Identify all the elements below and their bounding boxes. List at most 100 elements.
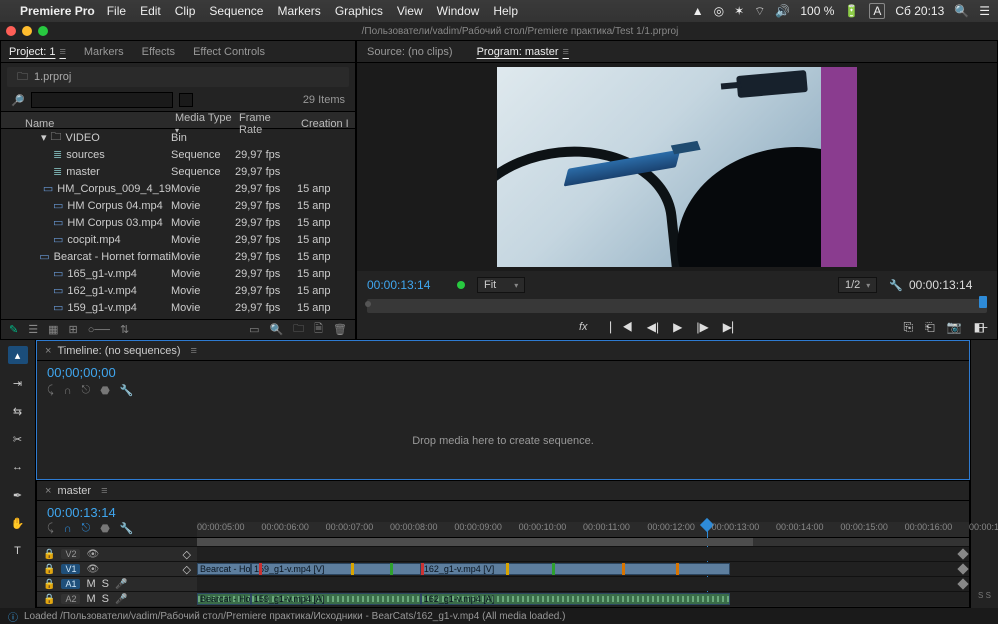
hand-tool[interactable]: ✋ bbox=[8, 514, 28, 532]
razor-tool[interactable]: ✂ bbox=[8, 430, 28, 448]
clip-v1-c[interactable]: 162_g1-v.mp4 [V] bbox=[421, 563, 730, 575]
timeline-tab-label[interactable]: Timeline: (no sequences) bbox=[57, 345, 180, 357]
timeline-master-tab-label[interactable]: master bbox=[57, 485, 91, 497]
window-maximize-button[interactable] bbox=[38, 26, 48, 36]
track-a2-lane[interactable]: Bearcat - Hornet 159_g1-v.mp4 [A] 162_g1… bbox=[197, 592, 969, 606]
step-back-icon[interactable]: ◀| bbox=[647, 320, 659, 334]
spotlight-icon[interactable]: 🔍 bbox=[954, 4, 969, 18]
project-row[interactable]: ▭162_g1-v.mp4Movie29,97 fps15 апр bbox=[1, 282, 355, 299]
clip-a2-a[interactable]: Bearcat - Hornet bbox=[197, 593, 251, 605]
program-viewport[interactable] bbox=[357, 63, 997, 271]
menu-clip[interactable]: Clip bbox=[175, 4, 196, 18]
freeform-view-icon[interactable]: ⊞ bbox=[69, 323, 78, 336]
new-bin-icon[interactable]: 🗀 bbox=[293, 320, 304, 339]
program-scrub-bar[interactable] bbox=[367, 299, 987, 313]
linked-on-icon[interactable]: ⎋ bbox=[82, 522, 91, 535]
out-marker[interactable] bbox=[957, 563, 968, 574]
project-breadcrumb[interactable]: 🗀 1.prproj bbox=[7, 67, 349, 87]
window-close-button[interactable] bbox=[6, 26, 16, 36]
project-row[interactable]: ≣masterSequence29,97 fps bbox=[1, 163, 355, 180]
insert-mode-icon[interactable]: ⤹ bbox=[47, 384, 54, 397]
project-row[interactable]: ≣sourcesSequence29,97 fps bbox=[1, 146, 355, 163]
clock[interactable]: Сб 20:13 bbox=[895, 4, 944, 18]
mark-out-icon[interactable]: ▶⎸ bbox=[723, 320, 744, 335]
snap-icon[interactable]: ∩ bbox=[64, 385, 72, 397]
input-source[interactable]: A bbox=[869, 3, 885, 19]
lock-icon[interactable]: 🔒 bbox=[43, 564, 55, 575]
window-minimize-button[interactable] bbox=[22, 26, 32, 36]
track-v2-badge[interactable]: V2 bbox=[61, 549, 80, 559]
menu-edit[interactable]: Edit bbox=[140, 4, 161, 18]
keyframe-toggle[interactable]: ◇ bbox=[183, 563, 191, 576]
resolution-select[interactable]: 1/2 bbox=[838, 277, 877, 293]
marker-add-icon[interactable]: ⬣ bbox=[100, 522, 110, 535]
timeline-menu-icon[interactable] bbox=[187, 345, 197, 357]
tab-project[interactable]: Project: 1 bbox=[9, 46, 66, 58]
find-icon[interactable]: 🔍 bbox=[269, 323, 283, 336]
sort-icon[interactable]: ⇅ bbox=[120, 323, 129, 336]
program-playhead[interactable] bbox=[979, 296, 987, 308]
pen-tool[interactable]: ✒ bbox=[8, 486, 28, 504]
track-v1-badge[interactable]: V1 bbox=[61, 564, 80, 574]
menu-view[interactable]: View bbox=[397, 4, 423, 18]
program-menu-icon[interactable] bbox=[559, 46, 569, 58]
project-rows[interactable]: ▾🗀VIDEOBin≣sourcesSequence29,97 fps≣mast… bbox=[1, 129, 355, 319]
fit-select[interactable]: Fit bbox=[477, 277, 525, 293]
mute-button[interactable]: M bbox=[86, 578, 95, 590]
list-view-icon[interactable]: ☰ bbox=[28, 323, 38, 336]
work-area-bar[interactable] bbox=[197, 538, 969, 546]
toggle-output-icon[interactable]: 👁 bbox=[86, 549, 99, 560]
menu-markers[interactable]: Markers bbox=[277, 4, 320, 18]
menu-extras-icon[interactable]: ☰ bbox=[979, 4, 990, 18]
timeline-drop-hint[interactable]: Drop media here to create sequence. bbox=[37, 403, 969, 479]
tab-effects[interactable]: Effects bbox=[142, 46, 175, 58]
project-row[interactable]: ▭HM Corpus 04.mp4Movie29,97 fps15 апр bbox=[1, 197, 355, 214]
status-fan-icon[interactable]: ✶ bbox=[734, 4, 744, 18]
track-v1-lane[interactable]: Bearcat - Hornet 159_g1-v.mp4 [V] 162_g1… bbox=[197, 562, 969, 576]
settings-icon[interactable]: 🔧 bbox=[889, 279, 903, 292]
snap-on-icon[interactable]: ∩ bbox=[64, 523, 72, 535]
menu-graphics[interactable]: Graphics bbox=[335, 4, 383, 18]
project-row[interactable]: ▭165_g1-v.mp4Movie29,97 fps15 апр bbox=[1, 265, 355, 282]
mark-in-icon[interactable]: ⎸◀ bbox=[610, 320, 633, 335]
disclosure-icon[interactable]: ▾ bbox=[41, 131, 47, 144]
timeline-empty-timecode[interactable]: 00;00;00;00 bbox=[37, 361, 969, 382]
lock-icon[interactable]: 🔒 bbox=[43, 594, 55, 605]
mute-button[interactable]: M bbox=[86, 593, 95, 605]
status-wifi-icon[interactable]: ⌔ bbox=[754, 4, 765, 19]
search-filter-toggle[interactable] bbox=[179, 93, 193, 107]
slip-tool[interactable]: ↔ bbox=[8, 458, 28, 476]
tab-program[interactable]: Program: master bbox=[477, 46, 569, 58]
write-enable-icon[interactable]: ✎ bbox=[9, 323, 18, 336]
program-timecode-in[interactable]: 00:00:13:14 bbox=[367, 278, 445, 292]
step-fwd-icon[interactable]: |▶ bbox=[696, 320, 708, 334]
track-a1-lane[interactable] bbox=[197, 577, 969, 591]
status-cc-icon[interactable]: ◎ bbox=[714, 4, 724, 18]
delete-icon[interactable]: 🗑 bbox=[333, 323, 347, 336]
zoom-slider[interactable]: ○── bbox=[88, 324, 110, 336]
toggle-output-icon[interactable]: 👁 bbox=[86, 564, 99, 575]
lift-icon[interactable]: ⎘ bbox=[903, 320, 913, 335]
lock-icon[interactable]: 🔒 bbox=[43, 549, 55, 560]
lock-icon[interactable]: 🔒 bbox=[43, 579, 55, 590]
track-v2-lane[interactable] bbox=[197, 547, 969, 561]
fx-toggle-icon[interactable]: fx bbox=[579, 321, 588, 333]
solo-button[interactable]: S bbox=[102, 593, 109, 605]
clip-v1-b[interactable]: 159_g1-v.mp4 [V] bbox=[251, 563, 421, 575]
voiceover-icon[interactable]: 🎤 bbox=[115, 579, 127, 590]
track-a1-badge[interactable]: A1 bbox=[61, 579, 80, 589]
audio-meters[interactable]: S S bbox=[970, 340, 998, 608]
out-marker[interactable] bbox=[957, 578, 968, 589]
time-ruler[interactable]: 00:00:05:0000:00:06:0000:00:07:0000:00:0… bbox=[197, 522, 969, 537]
export-frame-icon[interactable]: 📷 bbox=[947, 320, 962, 335]
clip-a2-c[interactable]: 162_g1-v.mp4 [A] bbox=[421, 593, 730, 605]
status-volume-icon[interactable]: 🔊 bbox=[775, 4, 790, 18]
type-tool[interactable]: T bbox=[8, 542, 28, 560]
play-icon[interactable]: ▶ bbox=[673, 320, 682, 334]
menu-file[interactable]: File bbox=[107, 4, 126, 18]
selection-tool[interactable]: ▴ bbox=[8, 346, 28, 364]
in-point-handle[interactable] bbox=[365, 301, 371, 307]
icon-view-icon[interactable]: ▦ bbox=[48, 323, 58, 336]
linked-selection-icon[interactable]: ⎋ bbox=[82, 384, 91, 397]
out-marker[interactable] bbox=[957, 548, 968, 559]
